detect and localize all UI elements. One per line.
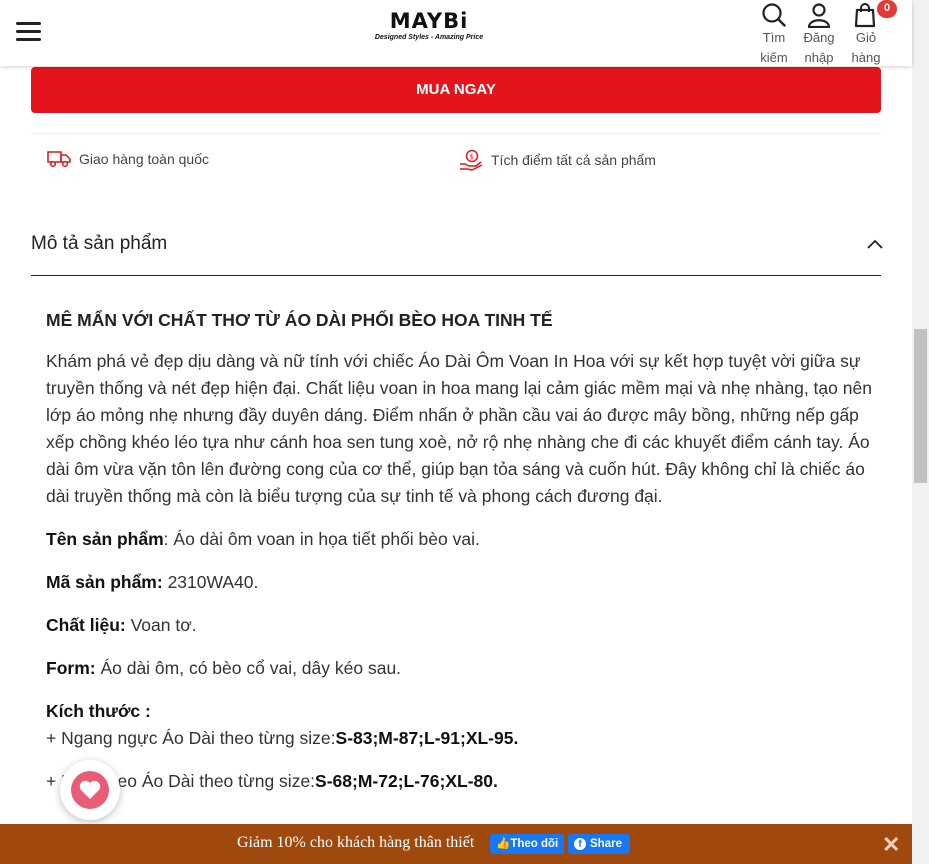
login-label-1: Đăng	[803, 30, 835, 45]
promo-text: Giảm 10% cho khách hàng thân thiết	[237, 834, 475, 851]
user-icon	[807, 3, 831, 28]
search-label-2: kiếm	[760, 50, 788, 65]
product-code-row: Mã sản phẩm: 2310WA40.	[46, 569, 872, 596]
search-icon	[762, 3, 786, 27]
section-divider	[31, 275, 881, 276]
shopping-bag-icon	[854, 3, 876, 28]
brand-logo[interactable]: MAYBi Designed Styles - Amazing Price	[366, 9, 492, 41]
cart-label-2: hàng	[851, 50, 881, 65]
logo-tagline: Designed Styles - Amazing Price	[374, 34, 484, 41]
login-button[interactable]: Đăng nhập	[797, 2, 841, 68]
size-label: Kích thước :	[46, 701, 151, 721]
divider	[31, 133, 881, 134]
buy-now-button[interactable]: MUA NGAY	[31, 67, 881, 113]
svg-text:$: $	[470, 153, 474, 161]
material-row: Chất liệu: Voan tơ.	[46, 612, 872, 639]
size-waist-row: + Ngang eo Áo Dài theo từng size:S-68;M-…	[46, 768, 872, 795]
login-label-2: nhập	[804, 50, 834, 65]
heart-icon	[79, 780, 101, 799]
material-value: Voan tơ.	[125, 615, 197, 635]
cart-count-badge: 0	[877, 0, 897, 18]
product-description: MÊ MẨN VỚI CHẤT THƠ TỪ ÁO DÀI PHỐI BÈO H…	[46, 308, 872, 811]
share-label: Share	[590, 838, 622, 850]
product-code-value: 2310WA40.	[162, 572, 259, 592]
size-chest-text: + Ngang ngực Áo Dài theo từng size:	[46, 728, 336, 748]
form-value: Áo dài ôm, có bèo cổ vai, dây kéo sau.	[95, 658, 402, 678]
form-label: Form:	[46, 658, 96, 678]
search-label-1: Tìm	[762, 30, 786, 45]
form-row: Form: Áo dài ôm, có bèo cổ vai, dây kéo …	[46, 655, 872, 682]
product-name-label: Tên sản phẩm	[46, 529, 164, 549]
feature-points-label: Tích điểm tất cả sản phẩm	[491, 152, 656, 168]
size-label-row: Kích thước :	[46, 698, 872, 725]
feature-points: $ Tích điểm tất cả sản phẩm	[459, 149, 656, 171]
close-icon[interactable]: ✕	[882, 832, 900, 858]
scrollbar-thumb[interactable]	[914, 329, 927, 483]
description-section-title[interactable]: Mô tả sản phẩm	[31, 233, 167, 255]
hamburger-menu-icon[interactable]	[16, 22, 41, 42]
size-chest-values: S-83;M-87;L-91;XL-95.	[335, 728, 519, 748]
favorite-circle	[71, 771, 109, 809]
logo-text: MAYBi	[389, 9, 469, 33]
feature-shipping: Giao hàng toàn quốc	[47, 149, 209, 169]
feature-shipping-label: Giao hàng toàn quốc	[79, 151, 209, 167]
facebook-follow-button[interactable]: 👍Theo dõi	[490, 834, 565, 854]
product-name-value: : Áo dài ôm voan in họa tiết phối bèo va…	[163, 529, 480, 549]
chevron-up-icon[interactable]	[866, 238, 884, 250]
product-name-row: Tên sản phẩm: Áo dài ôm voan in họa tiết…	[46, 526, 872, 553]
material-label: Chất liệu:	[46, 615, 126, 635]
favorite-button[interactable]	[60, 760, 120, 820]
description-heading: MÊ MẨN VỚI CHẤT THƠ TỪ ÁO DÀI PHỐI BÈO H…	[46, 310, 553, 330]
size-chest-row: + Ngang ngực Áo Dài theo từng size:S-83;…	[46, 725, 872, 752]
site-header: MAYBi Designed Styles - Amazing Price Tì…	[0, 0, 912, 66]
thumbs-up-icon: 👍	[496, 838, 511, 850]
facebook-icon: f	[574, 837, 586, 850]
facebook-share-button[interactable]: f Share	[568, 834, 630, 854]
reward-points-icon: $	[460, 149, 483, 171]
search-button[interactable]: Tìm kiếm	[752, 2, 796, 68]
product-code-label: Mã sản phẩm:	[46, 572, 163, 592]
promo-bar: Giảm 10% cho khách hàng thân thiết 👍Theo…	[0, 824, 912, 864]
size-waist-values: S-68;M-72;L-76;XL-80.	[315, 771, 498, 791]
description-intro: Khám phá vẻ đẹp dịu dàng và nữ tính với …	[46, 351, 872, 506]
delivery-truck-icon	[47, 151, 71, 168]
cart-label-1: Giỏ	[855, 30, 877, 45]
follow-label: Theo dõi	[510, 838, 559, 850]
